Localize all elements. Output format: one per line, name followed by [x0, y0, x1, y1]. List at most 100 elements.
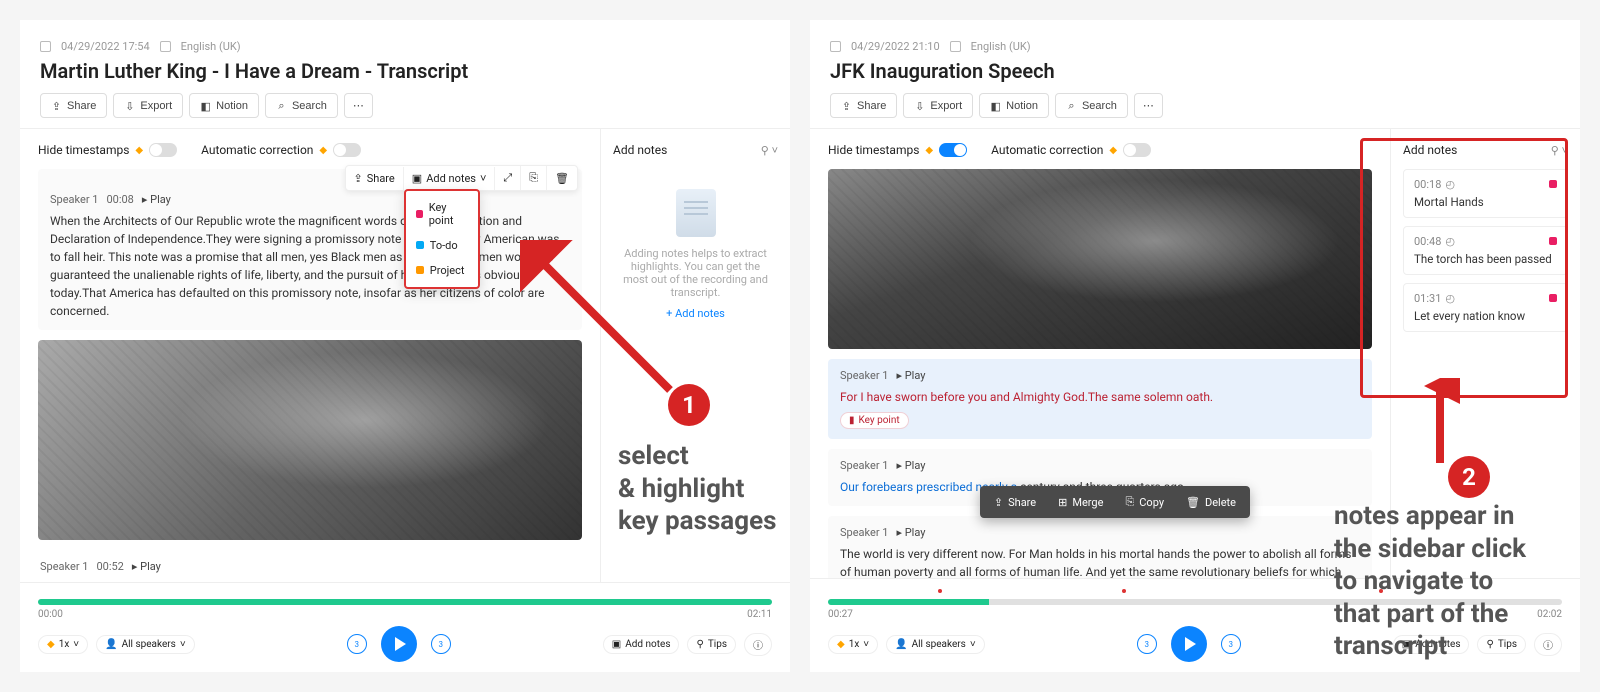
filter-icon[interactable]: ⚲ ˅ [1551, 144, 1568, 157]
transcript-block[interactable]: ⇪ Share ▣ Add notes ˅ Key point To-do Pr… [38, 169, 582, 330]
play-link[interactable]: ▸ Play [896, 526, 925, 539]
link-icon[interactable]: ⎘ [521, 166, 547, 190]
notes-title: Add notes [1403, 143, 1457, 157]
toggle-row: Hide timestamps ◆ Automatic correction ◆ [828, 143, 1372, 157]
search-icon: ⌕ [1066, 100, 1077, 111]
notes-sidebar: Add notes ⚲ ˅ Adding notes helps to extr… [600, 129, 790, 582]
time-start: 00:00 [38, 609, 63, 620]
add-notes-dropdown-button[interactable]: ▣ Add notes ˅ Key point To-do Project [404, 167, 496, 190]
info-icon[interactable]: ⓘ [1534, 633, 1562, 656]
toolbar: ⇪Share ⇩Export ◧Notion ⌕Search ⋯ [40, 93, 770, 118]
auto-corr-toggle[interactable] [1123, 143, 1151, 157]
auto-corr-label: Automatic correction [991, 143, 1103, 157]
play-link[interactable]: ▸ Play [142, 193, 171, 206]
waveform[interactable] [828, 599, 1562, 605]
info-icon[interactable]: ⓘ [744, 633, 772, 656]
play-button[interactable] [1171, 626, 1207, 662]
delete-icon[interactable]: 🗑 [547, 167, 577, 190]
speaker-label: Speaker 1 [50, 193, 98, 206]
share-icon: ⇪ [841, 100, 852, 111]
export-button[interactable]: ⇩Export [903, 93, 973, 118]
more-button[interactable]: ⋯ [344, 93, 373, 118]
dd-key-point[interactable]: Key point [406, 195, 478, 233]
filter-icon[interactable]: ⚲ ˅ [761, 144, 778, 157]
notes-sidebar: Add notes ⚲ ˅ 00:18 ◴ Mortal Hands 00:48… [1390, 129, 1580, 578]
ctx-share[interactable]: ⇪ Share [984, 490, 1046, 514]
share-button[interactable]: ⇪Share [830, 93, 897, 118]
note-text: Mortal Hands [1414, 195, 1557, 209]
transcript-block[interactable]: Speaker 1 00:52 ▸ Play Instead of honour… [38, 550, 582, 582]
speed-selector[interactable]: ◆1x ˅ [38, 635, 88, 654]
notion-button[interactable]: ◧Notion [979, 93, 1049, 118]
hide-ts-toggle[interactable] [149, 143, 177, 157]
play-button[interactable] [381, 626, 417, 662]
ctx-merge[interactable]: ⊞ Merge [1048, 490, 1113, 514]
note-item[interactable]: 01:31 ◴ Let every nation know [1403, 283, 1568, 332]
more-button[interactable]: ⋯ [1134, 93, 1163, 118]
premium-icon: ◆ [135, 145, 143, 156]
document-icon [676, 189, 716, 237]
premium-icon: ◆ [925, 145, 933, 156]
lang-icon [950, 41, 961, 52]
transcript-block[interactable]: Speaker 1 ▸ Play The world is very diffe… [828, 516, 1372, 578]
notes-title: Add notes [613, 143, 667, 157]
hide-ts-toggle[interactable] [939, 143, 967, 157]
meta-row: 04/29/2022 17:54 English (UK) [40, 40, 770, 53]
expand-icon[interactable]: ⤢ [495, 166, 521, 190]
hide-ts-label: Hide timestamps [828, 143, 919, 157]
skip-back-button[interactable]: 3 [347, 634, 367, 654]
speakers-selector[interactable]: 👤 All speakers ˅ [96, 635, 195, 654]
lang-icon [160, 41, 171, 52]
notion-icon: ◧ [990, 100, 1001, 111]
add-notes-dropdown: Key point To-do Project [404, 189, 480, 289]
note-item[interactable]: 00:48 ◴ The torch has been passed [1403, 226, 1568, 275]
premium-icon: ◆ [1109, 145, 1117, 156]
speed-selector[interactable]: ◆1x ˅ [828, 635, 878, 654]
notion-button[interactable]: ◧Notion [189, 93, 259, 118]
auto-corr-toggle[interactable] [333, 143, 361, 157]
search-button[interactable]: ⌕Search [265, 93, 338, 118]
block-text[interactable]: Instead of honouring this sacred obligat… [40, 579, 570, 582]
search-button[interactable]: ⌕Search [1055, 93, 1128, 118]
play-link[interactable]: ▸ Play [896, 369, 925, 382]
add-notes-button[interactable]: ▣ Add notes [1393, 635, 1470, 654]
tips-button[interactable]: ⚲ Tips [687, 635, 736, 654]
skip-back-button[interactable]: 3 [1137, 634, 1157, 654]
waveform[interactable] [38, 599, 772, 605]
block-share-button[interactable]: ⇪ Share [346, 167, 404, 190]
note-item[interactable]: 00:18 ◴ Mortal Hands [1403, 169, 1568, 218]
dd-project[interactable]: Project [406, 258, 478, 283]
auto-corr-label: Automatic correction [201, 143, 313, 157]
ctx-delete[interactable]: 🗑 Delete [1176, 490, 1246, 514]
toggle-row: Hide timestamps◆ Automatic correction◆ [38, 143, 582, 157]
page-title: JFK Inauguration Speech [830, 59, 1560, 83]
speaker-label: Speaker 1 [40, 560, 88, 573]
add-notes-link[interactable]: + Add notes [617, 307, 774, 320]
block-time: 00:52 [96, 560, 123, 573]
play-link[interactable]: ▸ Play [132, 560, 161, 573]
block-text[interactable]: The world is very different now. For Man… [840, 545, 1360, 578]
toolbar: ⇪Share ⇩Export ◧Notion ⌕Search ⋯ [830, 93, 1560, 118]
meta-date: 04/29/2022 17:54 [61, 40, 150, 53]
add-notes-button[interactable]: ▣ Add notes [603, 635, 680, 654]
play-link[interactable]: ▸ Play [896, 459, 925, 472]
block-text[interactable]: For I have sworn before you and Almighty… [840, 390, 1213, 404]
block-text[interactable]: When the Architects of Our Republic wrot… [50, 212, 570, 320]
speaker-label: Speaker 1 [840, 369, 888, 382]
dd-todo[interactable]: To-do [406, 233, 478, 258]
share-icon: ⇪ [51, 100, 62, 111]
note-time: 00:18 [1414, 178, 1441, 191]
todo-icon [416, 241, 424, 249]
transcript-block[interactable]: Speaker 1 ▸ Play For I have sworn before… [828, 359, 1372, 439]
note-color-icon [1549, 180, 1557, 188]
key-point-tag[interactable]: ▮ Key point [840, 412, 909, 429]
share-button[interactable]: ⇪Share [40, 93, 107, 118]
ctx-copy[interactable]: ⎘ Copy [1115, 490, 1174, 514]
annotation-badge-2: 2 [1448, 456, 1490, 498]
export-button[interactable]: ⇩Export [113, 93, 183, 118]
skip-fwd-button[interactable]: 3 [431, 634, 451, 654]
skip-fwd-button[interactable]: 3 [1221, 634, 1241, 654]
panel-mlk: 04/29/2022 17:54 English (UK) Martin Lut… [20, 20, 790, 672]
speakers-selector[interactable]: 👤 All speakers ˅ [886, 635, 985, 654]
tips-button[interactable]: ⚲ Tips [1477, 635, 1526, 654]
